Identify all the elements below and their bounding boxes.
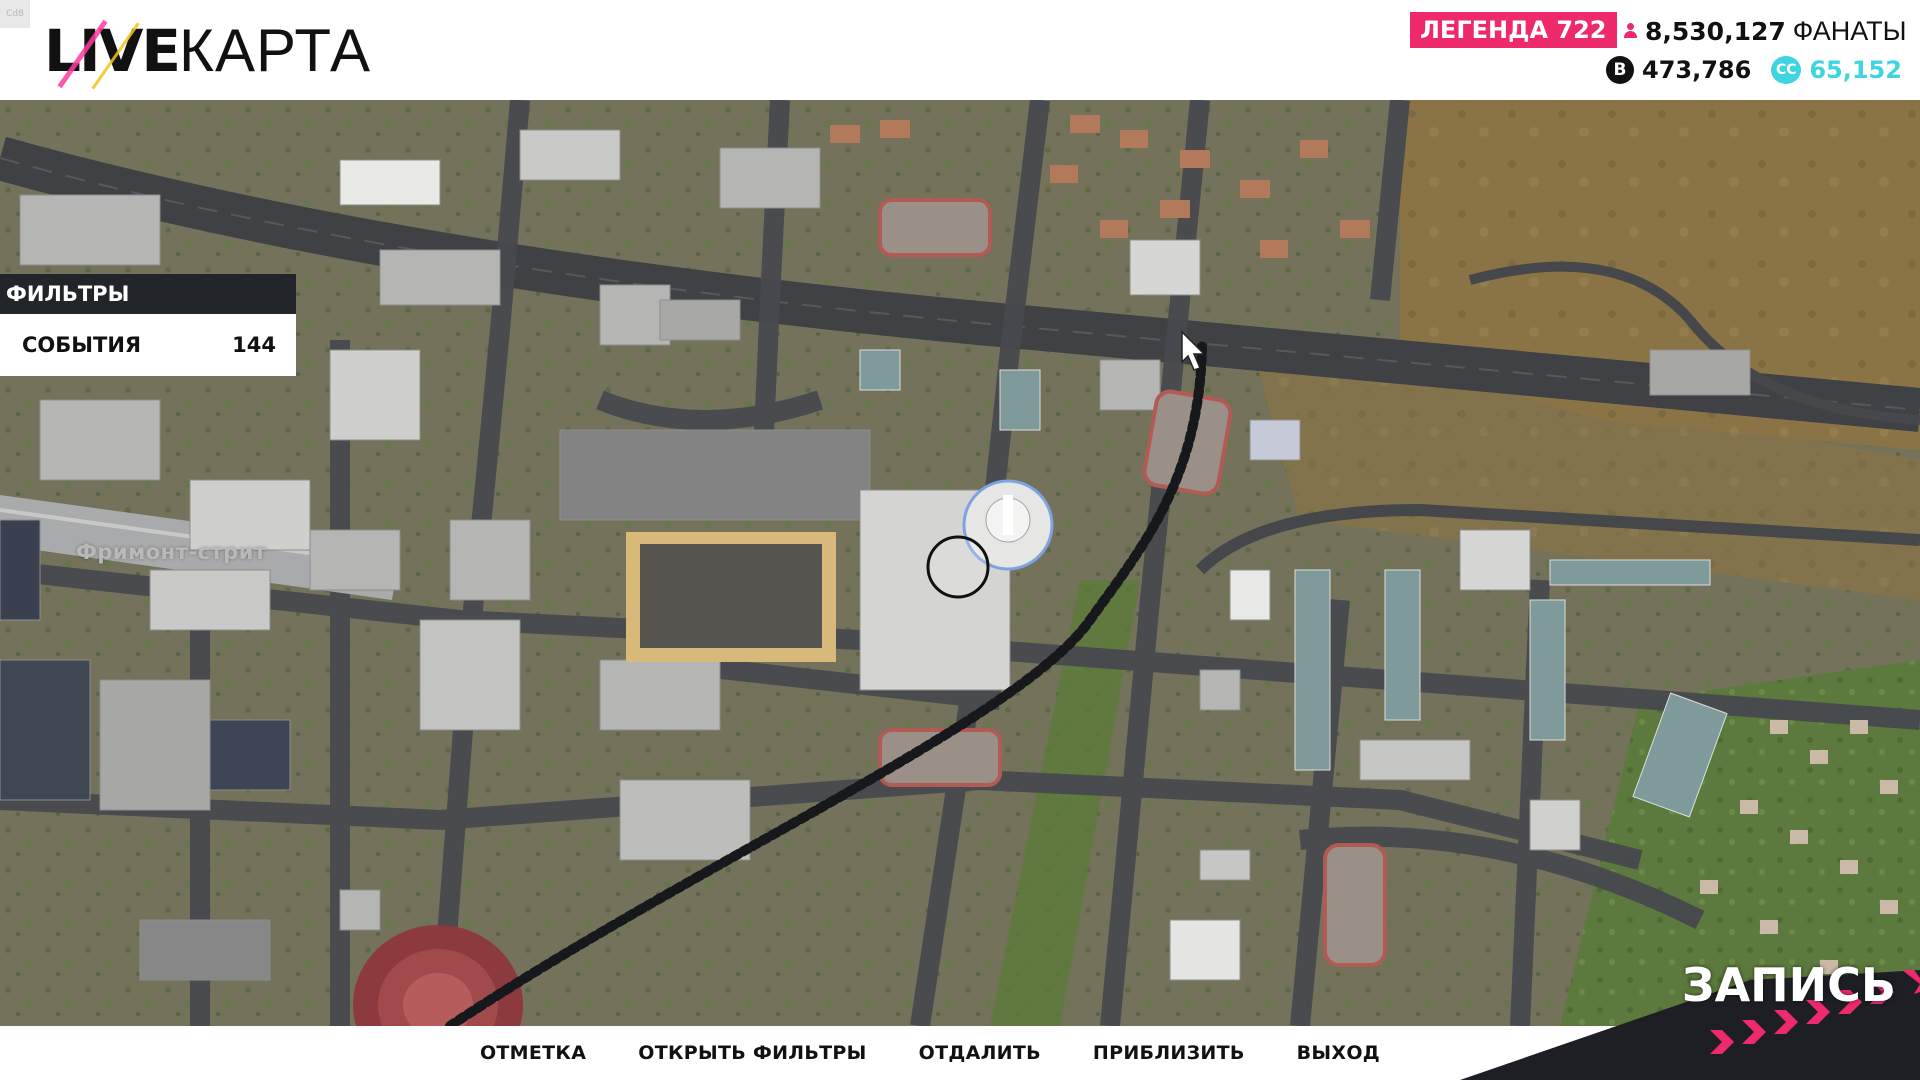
- corner-tag: Cd8: [0, 0, 30, 28]
- legend-badge: ЛЕГЕНДА 722: [1410, 12, 1617, 48]
- zoom-out-button[interactable]: ОТДАЛИТЬ: [919, 1042, 1041, 1064]
- fans-count: 8,530,127: [1645, 16, 1786, 46]
- mark-button[interactable]: ОТМЕТКА: [480, 1042, 586, 1064]
- filters-panel: ФИЛЬТРЫ СОБЫТИЯ 144: [0, 274, 296, 376]
- street-label: Фримонт-стрит: [76, 540, 267, 564]
- open-filters-button[interactable]: ОТКРЫТЬ ФИЛЬТРЫ: [638, 1042, 866, 1064]
- currency-row: B 473,786 CC 65,152: [1606, 52, 1902, 88]
- fans-icon: [1622, 23, 1638, 39]
- city-map[interactable]: Фримонт-стрит: [0, 100, 1920, 1026]
- map-canvas: [0, 100, 1920, 1026]
- coins-b-value: 473,786: [1642, 56, 1752, 84]
- cc-coin-icon: CC: [1771, 56, 1802, 84]
- coins-c-value: 65,152: [1809, 56, 1902, 84]
- logo-live: LIVE: [44, 17, 181, 85]
- zoom-in-button[interactable]: ПРИБЛИЗИТЬ: [1093, 1042, 1245, 1064]
- record-label: ЗАПИСЬ: [1681, 958, 1896, 1012]
- filter-item-count: 144: [232, 333, 276, 357]
- filter-item-events[interactable]: СОБЫТИЯ 144: [0, 314, 296, 376]
- filter-item-label: СОБЫТИЯ: [22, 333, 142, 357]
- b-coin-icon: B: [1606, 56, 1634, 84]
- logo-map: КАРТА: [179, 17, 372, 84]
- filters-title: ФИЛЬТРЫ: [0, 274, 296, 314]
- top-bar: Cd8 LIVE КАРТА ЛЕГЕНДА 722 8,530,127 ФАН…: [0, 0, 1920, 100]
- fans-counter: 8,530,127 ФАНАТЫ: [1622, 13, 1907, 49]
- location-ring-icon: [926, 535, 990, 599]
- exit-button[interactable]: ВЫХОД: [1297, 1042, 1380, 1064]
- live-map-logo: LIVE КАРТА: [44, 8, 371, 94]
- fans-label: ФАНАТЫ: [1792, 15, 1907, 46]
